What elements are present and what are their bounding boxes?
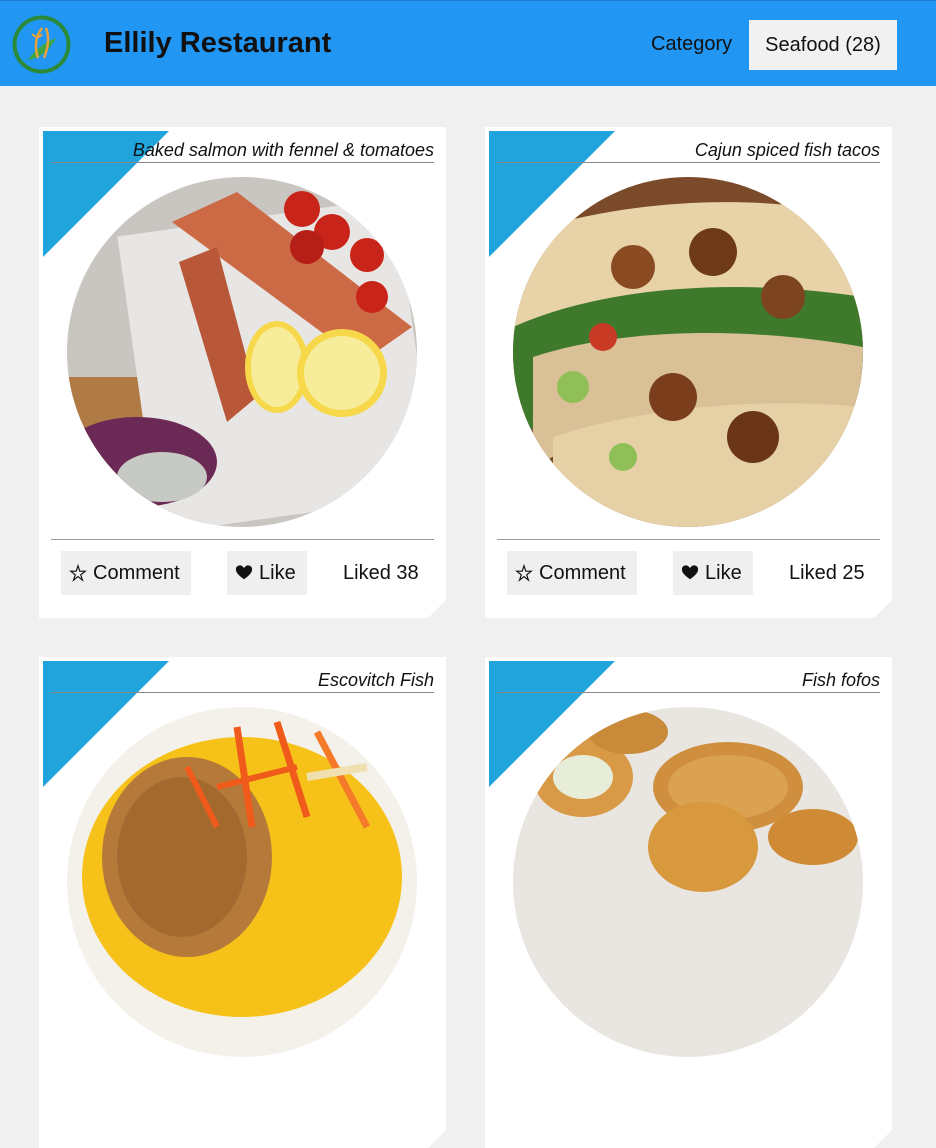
like-button[interactable]: Like — [227, 551, 307, 595]
category-label: Category — [651, 33, 733, 55]
comment-button[interactable]: Comment — [61, 551, 191, 595]
comment-button[interactable]: Comment — [507, 551, 637, 595]
star-icon — [69, 564, 87, 582]
recipe-photo[interactable] — [67, 177, 417, 527]
recipe-title: Baked salmon with fennel & tomatoes — [132, 140, 434, 160]
recipe-photo[interactable] — [513, 177, 863, 527]
comment-label: Comment — [539, 561, 626, 584]
recipe-card: Baked salmon with fennel & tomatoes Comm… — [39, 127, 446, 618]
comment-label: Comment — [93, 561, 180, 584]
app-header: Ellily Restaurant Category Seafood (28) — [0, 0, 936, 86]
recipe-card: Cajun spiced fish tacos Comment Like Lik… — [485, 127, 892, 618]
divider — [51, 162, 434, 163]
recipe-card: Fish fofos — [485, 657, 892, 1148]
like-label: Like — [705, 561, 742, 584]
recipe-card: Escovitch Fish — [39, 657, 446, 1148]
like-button[interactable]: Like — [673, 551, 753, 595]
recipe-photo[interactable] — [67, 707, 417, 1057]
recipe-title: Cajun spiced fish tacos — [694, 140, 880, 160]
liked-count: Liked 38 — [343, 562, 419, 584]
category-select[interactable]: Seafood (28) — [749, 20, 897, 70]
recipe-title: Escovitch Fish — [317, 670, 434, 690]
heart-icon — [235, 564, 253, 582]
recipe-title: Fish fofos — [801, 670, 880, 690]
heart-icon — [681, 564, 699, 582]
like-label: Like — [259, 561, 296, 584]
divider — [497, 692, 880, 693]
divider — [497, 162, 880, 163]
divider — [51, 692, 434, 693]
star-icon — [515, 564, 533, 582]
brand-title: Ellily Restaurant — [104, 27, 332, 59]
restaurant-logo-icon[interactable] — [10, 12, 73, 77]
divider — [51, 539, 434, 540]
recipe-photo[interactable] — [513, 707, 863, 1057]
divider — [497, 539, 880, 540]
liked-count: Liked 25 — [789, 562, 865, 584]
